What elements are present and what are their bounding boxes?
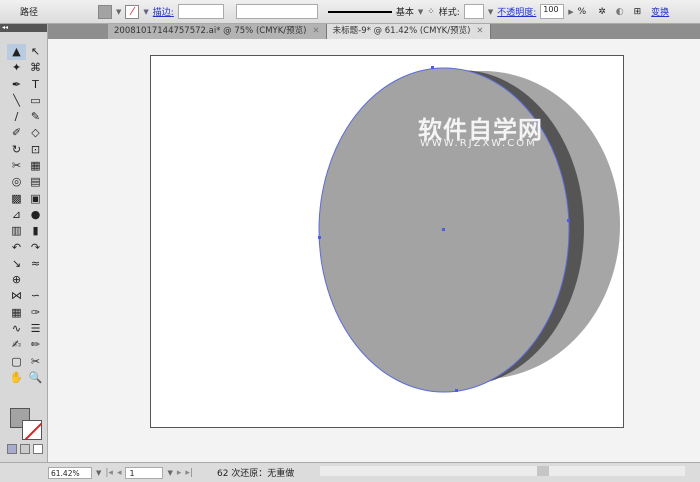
horizontal-scrollbar[interactable] [320, 466, 685, 476]
scrollbar-thumb[interactable] [537, 466, 549, 476]
chevron-down-icon[interactable]: ▼ [96, 469, 101, 477]
chevron-down-icon[interactable]: ▼ [167, 469, 172, 477]
zoom-select[interactable]: 61.42% [48, 466, 92, 479]
next-page-icon[interactable]: ▸ [177, 468, 182, 478]
watermark-url: WWW.RJZXW.COM [420, 138, 537, 149]
page-input[interactable]: 1 [125, 466, 164, 479]
first-page-icon[interactable]: |◂ [105, 468, 113, 478]
last-page-icon[interactable]: ▸| [185, 468, 193, 478]
prev-page-icon[interactable]: ◂ [117, 468, 122, 478]
status-message: 62 次还原：无重做 [216, 469, 295, 479]
canvas-artwork [318, 66, 620, 393]
